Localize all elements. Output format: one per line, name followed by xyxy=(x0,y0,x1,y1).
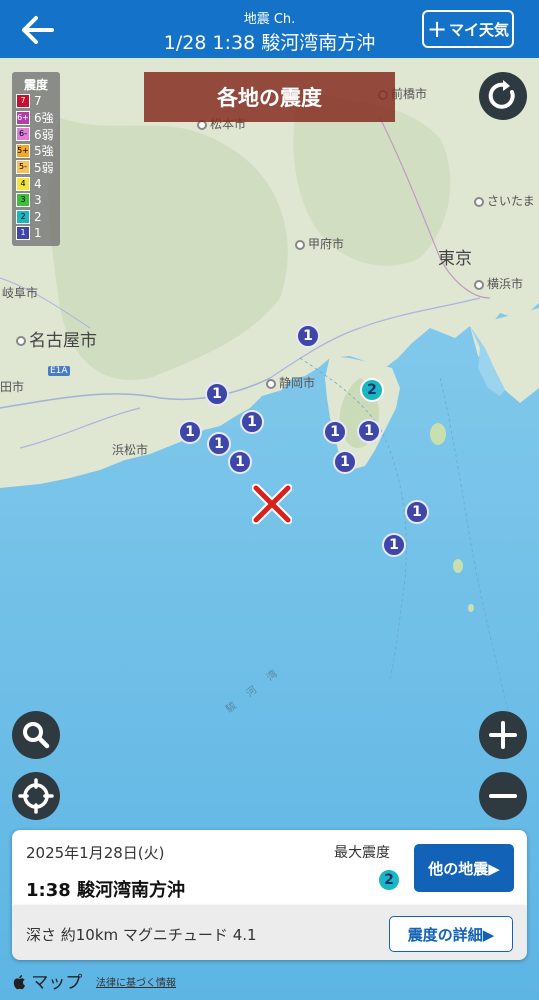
intensity-marker[interactable]: 1 xyxy=(205,382,229,406)
search-icon xyxy=(23,722,50,749)
legend-label: 5弱 xyxy=(34,160,54,175)
legend-swatch: 5- xyxy=(16,160,30,175)
intensity-marker[interactable]: 1 xyxy=(323,420,347,444)
apple-icon xyxy=(13,975,25,990)
refresh-icon xyxy=(488,80,515,109)
earthquake-info-card: 2025年1月28日(火) 1:38 駿河湾南方沖 最大震度 2 他の地震▶ 深… xyxy=(12,830,527,960)
place-nagoya: 名古屋市 xyxy=(16,326,97,351)
legal-info-link[interactable]: 法律に基づく情報 xyxy=(96,974,176,989)
intensity-marker[interactable]: 1 xyxy=(382,533,406,557)
legend-row: 33 xyxy=(16,192,60,209)
legend-swatch: 2 xyxy=(16,209,30,224)
legend-swatch: 4 xyxy=(16,176,30,191)
legend-swatch: 7 xyxy=(16,94,30,109)
intensity-marker[interactable]: 1 xyxy=(357,419,381,443)
quake-time-place: 1:38 駿河湾南方沖 xyxy=(26,880,186,901)
place-tokyo: 東京 xyxy=(438,249,472,269)
intensity-banner: 各地の震度 xyxy=(144,72,395,122)
info-card-bottom: 深さ 約10km マグニチュード 4.1 震度の詳細▶ xyxy=(12,906,527,960)
zoom-out-button[interactable] xyxy=(479,772,527,820)
plus-icon: + xyxy=(426,15,448,43)
legend-swatch: 6- xyxy=(16,127,30,142)
legend-row: 22 xyxy=(16,209,60,226)
zoom-in-button[interactable] xyxy=(479,711,527,759)
legend-label: 5強 xyxy=(34,144,54,159)
intensity-marker[interactable]: 1 xyxy=(405,500,429,524)
legend-swatch: 1 xyxy=(16,226,30,241)
legend-row: 11 xyxy=(16,225,60,242)
intensity-marker[interactable]: 1 xyxy=(178,420,202,444)
place-gifu: 岐阜市 xyxy=(2,286,39,300)
intensity-marker[interactable]: 1 xyxy=(333,450,357,474)
minus-icon xyxy=(489,794,517,798)
route-e1a-label: E1A xyxy=(48,366,70,376)
max-intensity-badge: 2 xyxy=(377,868,401,892)
legend-swatch: 5+ xyxy=(16,143,30,158)
my-weather-label: マイ天気 xyxy=(449,20,510,39)
intensity-legend: 震度 77 6+ 6強 6- 6弱 5+ 5強 5- 5弱 44 33 22 11 xyxy=(12,72,60,246)
legend-row: 5- 5弱 xyxy=(16,159,60,176)
quake-date: 2025年1月28日(火) xyxy=(26,844,165,862)
legend-row: 44 xyxy=(16,176,60,193)
apple-maps-logo: マップ xyxy=(12,968,82,993)
plus-icon xyxy=(489,721,517,749)
app-header: 地震 Ch. 1/28 1:38 駿河湾南方沖 + マイ天気 xyxy=(0,0,539,58)
legend-label: 6弱 xyxy=(34,127,54,142)
legend-label: 1 xyxy=(34,226,42,241)
crosshair-icon xyxy=(18,778,54,814)
legend-title: 震度 xyxy=(23,78,48,92)
maps-label: マップ xyxy=(31,973,83,993)
max-intensity-label: 最大震度 xyxy=(334,845,390,861)
intensity-detail-button[interactable]: 震度の詳細▶ xyxy=(389,916,513,952)
place-saitama: さいたま xyxy=(474,192,535,209)
legend-label: 2 xyxy=(34,209,42,224)
intensity-marker[interactable]: 1 xyxy=(228,450,252,474)
legend-swatch: 3 xyxy=(16,193,30,208)
refresh-button[interactable] xyxy=(479,72,527,120)
legend-label: 3 xyxy=(34,193,42,208)
place-hamamatsu: 浜松市 xyxy=(112,443,149,457)
intensity-marker[interactable]: 1 xyxy=(240,410,264,434)
my-weather-button[interactable]: + マイ天気 xyxy=(422,10,514,48)
depth-magnitude: 深さ 約10km マグニチュード 4.1 xyxy=(26,926,257,944)
epicenter-x-icon xyxy=(252,484,292,524)
place-city-left: 田市 xyxy=(0,380,25,394)
legend-row: 77 xyxy=(16,93,60,110)
legend-row: 6- 6弱 xyxy=(16,126,60,143)
legend-label: 4 xyxy=(34,176,42,191)
intensity-marker[interactable]: 1 xyxy=(207,432,231,456)
legend-label: 7 xyxy=(34,94,42,109)
locate-button[interactable] xyxy=(12,772,60,820)
intensity-marker[interactable]: 2 xyxy=(360,378,384,402)
place-shizuoka: 静岡市 xyxy=(266,374,315,391)
legend-row: 6+ 6強 xyxy=(16,110,60,127)
legend-row: 5+ 5強 xyxy=(16,143,60,160)
other-earthquakes-button[interactable]: 他の地震▶ xyxy=(414,844,514,892)
legend-swatch: 6+ xyxy=(16,110,30,125)
legend-label: 6強 xyxy=(34,111,54,126)
info-card-top: 2025年1月28日(火) 1:38 駿河湾南方沖 最大震度 2 他の地震▶ xyxy=(12,830,527,906)
place-kofu: 甲府市 xyxy=(295,235,344,252)
place-yokohama: 横浜市 xyxy=(474,275,523,292)
search-button[interactable] xyxy=(12,711,60,759)
intensity-marker[interactable]: 1 xyxy=(296,324,320,348)
